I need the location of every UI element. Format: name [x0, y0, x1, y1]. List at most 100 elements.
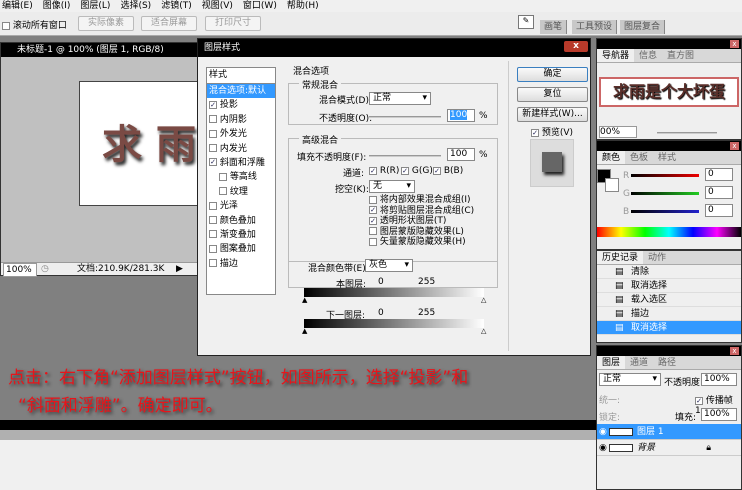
- tab-histogram[interactable]: 直方图: [662, 49, 699, 62]
- background-color[interactable]: [605, 178, 619, 192]
- style-item[interactable]: 内阴影: [207, 113, 275, 127]
- close-button[interactable]: x: [564, 41, 588, 52]
- close-icon[interactable]: x: [730, 40, 739, 48]
- checkbox[interactable]: [219, 187, 227, 196]
- style-item[interactable]: 描边: [207, 257, 275, 271]
- tab-tool-presets[interactable]: 工具预设: [572, 20, 618, 34]
- checkbox[interactable]: ✓: [209, 100, 217, 109]
- style-item[interactable]: ✓ 投影: [207, 98, 275, 112]
- blend-if-select[interactable]: 灰色: [365, 259, 413, 272]
- slider-handle-icon[interactable]: △: [481, 296, 486, 304]
- advanced-option-checkbox[interactable]: 图层蒙版隐藏效果(L): [369, 227, 474, 238]
- tab-layer-comps[interactable]: 图层复合: [620, 20, 666, 34]
- style-item[interactable]: ✓ 斜面和浮雕: [207, 156, 275, 170]
- palette-well-icon[interactable]: ✎: [518, 15, 534, 29]
- menu-view[interactable]: 视图(V): [202, 0, 233, 12]
- checkbox[interactable]: ✓: [209, 158, 217, 167]
- style-item[interactable]: 渐变叠加: [207, 228, 275, 242]
- advanced-option-checkbox[interactable]: ✓ 透明形状图层(T): [369, 216, 474, 227]
- menu-layer[interactable]: 图层(L): [80, 0, 110, 12]
- history-item[interactable]: ▤ 载入选区: [597, 293, 741, 307]
- history-item[interactable]: ▤ 清除: [597, 265, 741, 279]
- menu-edit[interactable]: 编辑(E): [2, 0, 33, 12]
- menu-image[interactable]: 图像(I): [43, 0, 71, 12]
- status-menu-arrow-icon[interactable]: ▶: [176, 263, 183, 275]
- style-item[interactable]: 光泽: [207, 199, 275, 213]
- checkbox[interactable]: [209, 230, 217, 239]
- canvas[interactable]: 求 雨: [79, 81, 199, 206]
- slider-handle-icon[interactable]: ▲: [302, 327, 307, 335]
- tab-channels[interactable]: 通道: [625, 356, 653, 369]
- checkbox[interactable]: [209, 129, 217, 138]
- checkbox[interactable]: [209, 201, 217, 210]
- checkbox[interactable]: [209, 259, 217, 268]
- preview-checkbox[interactable]: ✓ 预览(V): [531, 125, 573, 138]
- b-slider[interactable]: [631, 210, 699, 213]
- scroll-all-checkbox[interactable]: 滚动所有窗口: [2, 18, 67, 31]
- layer-blend-mode-select[interactable]: 正常: [599, 373, 661, 386]
- history-item[interactable]: ▤ 取消选择: [597, 321, 741, 335]
- eye-icon[interactable]: ◉: [599, 424, 607, 440]
- r-slider[interactable]: [631, 174, 699, 177]
- this-layer-gradient[interactable]: [304, 288, 484, 297]
- document-title[interactable]: 未标题-1 @ 100% (图层 1, RGB/8): [1, 43, 197, 57]
- channel-b[interactable]: ✓ B(B): [433, 166, 463, 176]
- opacity-slider[interactable]: [369, 116, 441, 118]
- reset-button[interactable]: 复位: [517, 87, 588, 102]
- close-icon[interactable]: x: [730, 142, 739, 150]
- tab-styles[interactable]: 样式: [653, 151, 681, 164]
- menu-help[interactable]: 帮助(H): [287, 0, 319, 12]
- checkbox[interactable]: [209, 144, 217, 153]
- layer-row[interactable]: ◉ 背景 🔒︎: [597, 440, 741, 456]
- checkbox[interactable]: [209, 115, 217, 124]
- layer-fill-input[interactable]: 100%: [701, 408, 737, 421]
- b-input[interactable]: 0: [705, 204, 733, 217]
- print-size-button[interactable]: 打印尺寸: [205, 16, 261, 31]
- actual-pixels-button[interactable]: 实际像素: [78, 16, 134, 31]
- layer-opacity-input[interactable]: 100%: [701, 373, 737, 386]
- layer-row[interactable]: ◉ 图层 1: [597, 424, 741, 440]
- history-item[interactable]: ▤ 取消选择: [597, 279, 741, 293]
- nav-zoom-field[interactable]: 00%: [599, 126, 637, 138]
- style-item[interactable]: 图案叠加: [207, 242, 275, 256]
- menu-window[interactable]: 窗口(W): [243, 0, 277, 12]
- channel-g[interactable]: ✓ G(G): [401, 166, 433, 176]
- advanced-option-checkbox[interactable]: 将内部效果混合成组(I): [369, 195, 474, 206]
- style-item[interactable]: 颜色叠加: [207, 214, 275, 228]
- nav-zoom-slider[interactable]: [657, 132, 717, 134]
- navigator-thumbnail[interactable]: 求雨是个大坏蛋: [599, 77, 739, 107]
- channel-r[interactable]: ✓ R(R): [369, 166, 399, 176]
- tab-info[interactable]: 信息: [634, 49, 662, 62]
- g-slider[interactable]: [631, 192, 699, 195]
- checkbox[interactable]: [2, 21, 10, 30]
- new-style-button[interactable]: 新建样式(W)...: [517, 107, 588, 122]
- advanced-option-checkbox[interactable]: ✓ 将剪贴图层混合成组(C): [369, 206, 474, 217]
- style-item[interactable]: 外发光: [207, 127, 275, 141]
- menu-select[interactable]: 选择(S): [120, 0, 151, 12]
- tab-swatches[interactable]: 色板: [625, 151, 653, 164]
- ok-button[interactable]: 确定: [517, 67, 588, 82]
- checkbox[interactable]: [219, 172, 227, 181]
- g-input[interactable]: 0: [705, 186, 733, 199]
- opacity-input[interactable]: 100: [447, 109, 475, 122]
- fit-screen-button[interactable]: 适合屏幕: [141, 16, 197, 31]
- style-item[interactable]: 等高线: [207, 170, 275, 184]
- close-icon[interactable]: x: [730, 347, 739, 355]
- color-ramp[interactable]: [597, 227, 741, 237]
- style-item[interactable]: 内发光: [207, 142, 275, 156]
- blend-mode-select[interactable]: 正常: [369, 92, 431, 105]
- style-item[interactable]: 纹理: [207, 185, 275, 199]
- knockout-select[interactable]: 无: [369, 180, 415, 193]
- style-item[interactable]: 混合选项:默认: [207, 84, 275, 99]
- advanced-option-checkbox[interactable]: 矢量蒙版隐藏效果(H): [369, 237, 474, 248]
- checkbox[interactable]: [209, 216, 217, 225]
- tab-brushes[interactable]: 画笔: [540, 20, 568, 34]
- tab-history[interactable]: 历史记录: [597, 251, 644, 264]
- tab-layers[interactable]: 图层: [597, 356, 626, 369]
- tab-navigator[interactable]: 导航器: [597, 49, 635, 62]
- slider-handle-icon[interactable]: ▲: [302, 296, 307, 304]
- r-input[interactable]: 0: [705, 168, 733, 181]
- tab-paths[interactable]: 路径: [653, 356, 681, 369]
- history-item[interactable]: ▤ 描边: [597, 307, 741, 321]
- slider-handle-icon[interactable]: △: [481, 327, 486, 335]
